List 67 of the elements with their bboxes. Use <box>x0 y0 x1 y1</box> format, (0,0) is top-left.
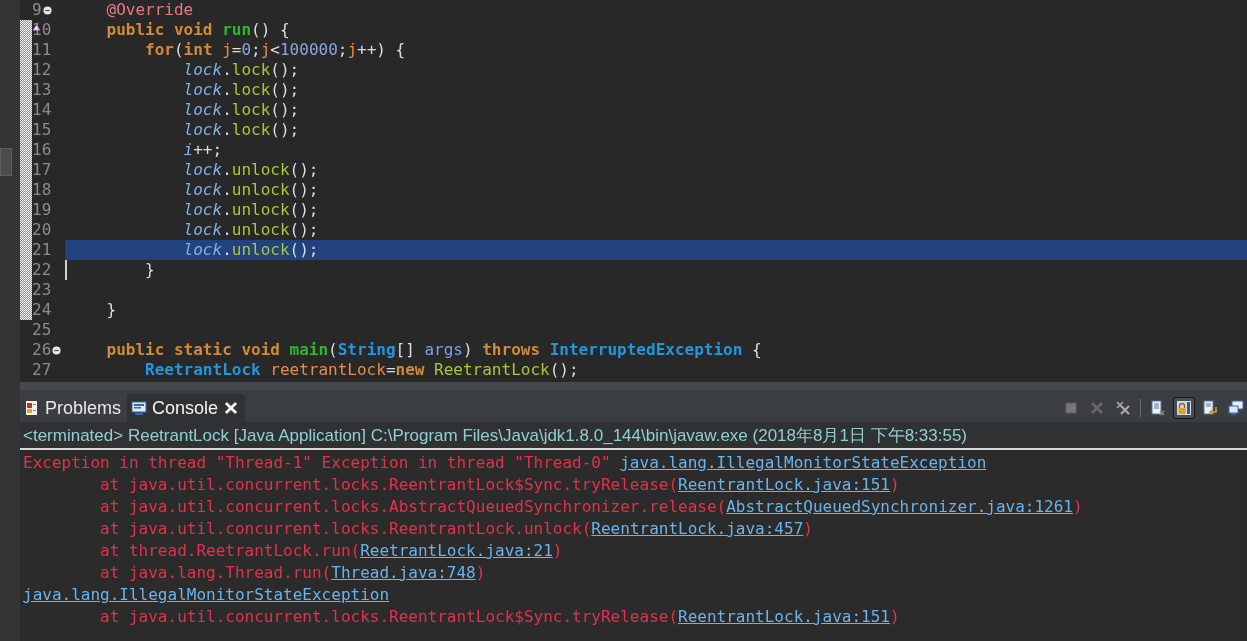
sash-handle[interactable] <box>0 148 12 176</box>
line-number: 20 <box>32 220 52 240</box>
code-line: public static void main(String[] args) throws InterruptedException { <box>105 340 763 360</box>
stack-trace-link[interactable]: ReetrantLock.java:21 <box>360 541 553 560</box>
close-icon <box>1089 400 1105 416</box>
lock-icon <box>1176 400 1192 416</box>
code-line: public void run() { <box>105 20 291 40</box>
console-title: <terminated> ReetrantLock [Java Application] C:\Program Files\Java\jdk1.8.0_144\bin\javaw.exe (2018年8月1日 下午8:33:55) <box>23 424 967 447</box>
code-line: } <box>105 300 118 320</box>
code-line: ReetrantLock reetrantLock=new ReetrantLock(); <box>144 360 580 380</box>
console-output-line: at java.util.concurrent.locks.ReentrantLock$Sync.tryRelease(ReentrantLock.java:151) <box>99 606 901 628</box>
line-number: 15 <box>32 120 52 140</box>
document-icon <box>1150 400 1166 416</box>
code-line: lock.unlock(); <box>182 160 320 180</box>
console-output-line: Exception in thread "Thread-1" Exception in thread "Thread-0" java.lang.IllegalMonitorStateException <box>23 452 988 474</box>
code-line: lock.lock(); <box>182 60 301 80</box>
console-output-line: at java.util.concurrent.locks.AbstractQueuedSynchronizer.release(AbstractQueuedSynchronizer.java:1261) <box>99 496 1084 518</box>
view-tab[interactable]: Problems <box>20 394 128 422</box>
line-number: 18 <box>32 180 52 200</box>
line-number: 26 <box>32 340 52 360</box>
document-icon <box>24 400 40 416</box>
line-number: 19 <box>32 200 52 220</box>
stack-trace-link[interactable]: ReentrantLock.java:151 <box>678 607 890 626</box>
line-number: 22 <box>32 260 52 280</box>
collapse-icon[interactable] <box>52 345 62 355</box>
code-line: @Override <box>105 0 195 20</box>
console-output-line: at java.lang.Thread.run(Thread.java:748) <box>99 562 487 584</box>
line-number: 12 <box>32 60 52 80</box>
code-line: lock.lock(); <box>182 120 301 140</box>
view-tab[interactable]: Console <box>127 394 246 422</box>
stack-trace-link[interactable]: AbstractQueuedSynchronizer.java:1261 <box>726 497 1073 516</box>
close-icon[interactable] <box>223 400 240 416</box>
line-number: 23 <box>32 280 52 300</box>
code-line: lock.lock(); <box>182 100 301 120</box>
code-line: i++; <box>182 140 224 160</box>
double-cross-icon <box>1115 400 1131 416</box>
scroll-lock-button[interactable] <box>1173 397 1195 419</box>
code-line: lock.lock(); <box>182 80 301 100</box>
line-number: 27 <box>32 360 52 380</box>
line-number: 11 <box>32 40 52 60</box>
line-number: 9 <box>32 0 42 20</box>
console-output-line: at java.util.concurrent.locks.ReentrantLock$Sync.tryRelease(ReentrantLock.java:151) <box>99 474 901 496</box>
line-number: 13 <box>32 80 52 100</box>
stack-trace-link[interactable]: java.lang.IllegalMonitorStateException <box>620 453 987 472</box>
line-number: 17 <box>32 160 52 180</box>
stack-trace-link[interactable]: ReentrantLock.java:151 <box>678 475 890 494</box>
code-line: } <box>65 260 1247 280</box>
code-line: lock.unlock(); <box>182 180 320 200</box>
code-line: for(int j=0;j<100000;j++) { <box>144 40 407 60</box>
collapse-icon[interactable] <box>42 5 52 15</box>
monitor-icon <box>131 400 148 416</box>
line-number: 21 <box>32 240 52 260</box>
document-arrow-icon <box>1202 400 1218 416</box>
line-number: 10 <box>32 20 52 40</box>
stop-icon <box>1063 400 1079 416</box>
monitor-icon <box>1228 400 1244 416</box>
code-line: lock.unlock(); <box>182 220 320 240</box>
stack-trace-link[interactable]: ReentrantLock.java:457 <box>591 519 804 538</box>
stack-trace-link[interactable]: java.lang.IllegalMonitorStateException <box>23 585 390 604</box>
console-output-line: at thread.ReetrantLock.run(ReetrantLock.java:21) <box>99 540 564 562</box>
line-number: 16 <box>32 140 52 160</box>
line-number: 25 <box>32 320 52 340</box>
console-output-line: at java.util.concurrent.locks.ReentrantLock.unlock(ReentrantLock.java:457) <box>99 518 814 540</box>
line-number: 24 <box>32 300 52 320</box>
stack-trace-link[interactable]: Thread.java:748 <box>331 563 476 582</box>
code-line: lock.unlock(); <box>182 200 320 220</box>
line-number: 14 <box>32 100 52 120</box>
